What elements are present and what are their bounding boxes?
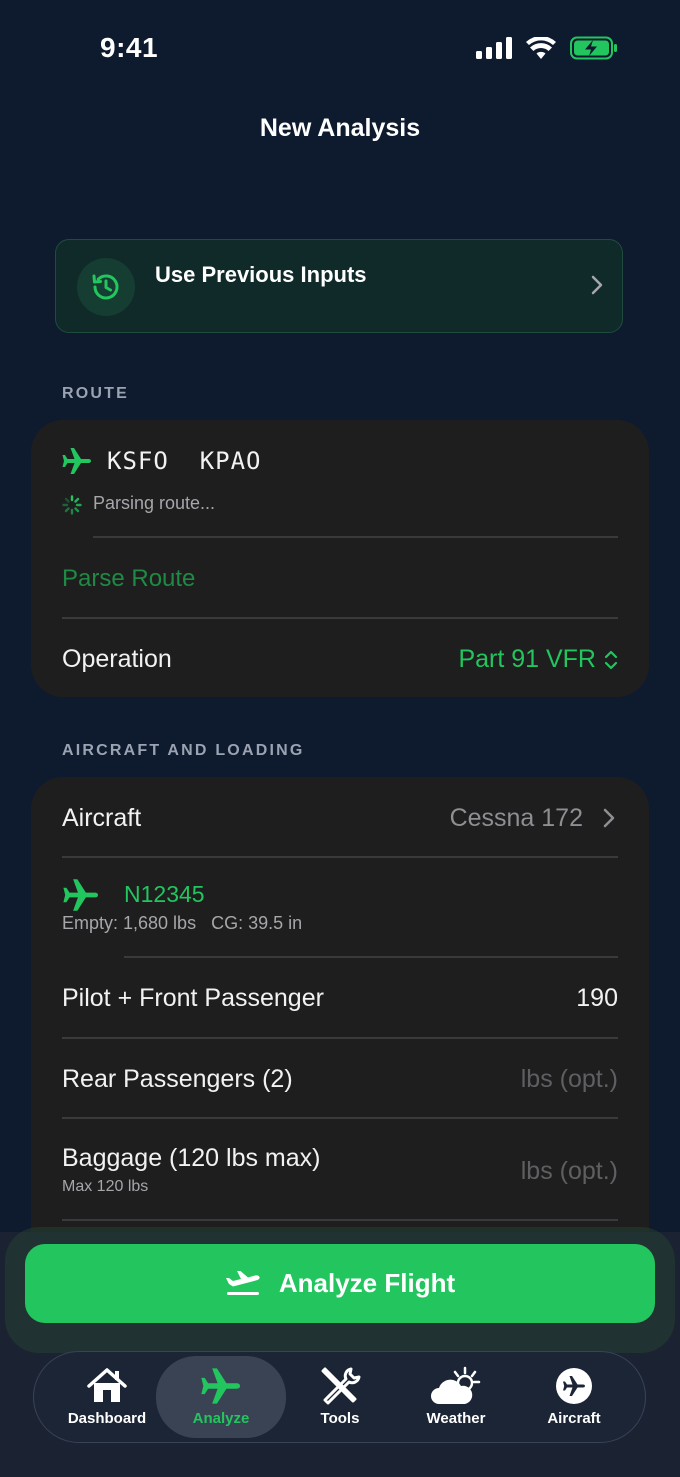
status-time: 9:41	[100, 32, 159, 63]
chevron-right-icon	[603, 808, 615, 828]
tab-label: Tools	[320, 1410, 360, 1427]
tab-tools[interactable]: Tools	[275, 1352, 405, 1442]
tab-label: Dashboard	[67, 1410, 147, 1427]
operation-picker[interactable]: Part 91 VFR	[458, 645, 618, 674]
aircraft-card: Aircraft Cessna 172 N12345 Empty: 1,680 …	[31, 777, 649, 1297]
aircraft-label: Aircraft	[62, 804, 142, 832]
airplane-icon	[62, 448, 91, 474]
route-section-label: ROUTE	[62, 385, 129, 402]
pilot-label: Pilot + Front Passenger	[62, 984, 324, 1012]
chevron-right-icon	[591, 275, 603, 295]
use-previous-inputs-button[interactable]: Use Previous Inputs	[55, 239, 623, 333]
status-icons	[476, 36, 618, 60]
airplane-icon	[201, 1368, 240, 1404]
route-input[interactable]: KSFO KPAO	[107, 447, 262, 475]
loading-spinner-icon	[62, 495, 82, 515]
parsing-status: Parsing route...	[93, 493, 216, 513]
cloud-sun-icon	[431, 1366, 481, 1404]
baggage-input[interactable]: lbs (opt.)	[521, 1157, 618, 1186]
tools-icon	[321, 1367, 361, 1405]
tab-dashboard[interactable]: Dashboard	[42, 1352, 172, 1442]
tab-analyze[interactable]: Analyze	[156, 1356, 286, 1438]
tail-details: Empty: 1,680 lbs CG: 39.5 in	[62, 913, 303, 933]
airplane-departure-icon	[225, 1270, 260, 1295]
baggage-sublabel: Max 120 lbs	[62, 1178, 149, 1195]
divider	[62, 1037, 618, 1039]
tab-weather[interactable]: Weather	[391, 1352, 521, 1442]
divider	[62, 1117, 618, 1119]
page-title: New Analysis	[259, 114, 421, 142]
baggage-label: Baggage (120 lbs max)	[62, 1144, 321, 1172]
parse-route-button[interactable]: Parse Route	[62, 565, 195, 593]
analyze-flight-label: Analyze Flight	[278, 1268, 456, 1298]
house-icon	[87, 1368, 127, 1402]
analyze-flight-button[interactable]: Analyze Flight	[25, 1244, 655, 1323]
airplane-circle-icon	[556, 1368, 592, 1404]
divider	[93, 536, 618, 538]
divider	[62, 617, 618, 619]
wifi-icon	[526, 37, 556, 59]
aircraft-value: Cessna 172	[449, 804, 583, 832]
chevron-up-down-icon	[604, 650, 618, 669]
tab-label: Analyze	[192, 1410, 250, 1427]
route-card: KSFO KPAO Parsing route... Parse Route O…	[31, 420, 649, 697]
tail-number: N12345	[124, 881, 205, 907]
aircraft-section-label: AIRCRAFT AND LOADING	[62, 742, 305, 759]
rear-passengers-input[interactable]: lbs (opt.)	[521, 1065, 618, 1094]
airplane-icon	[63, 879, 98, 911]
divider	[62, 1219, 618, 1221]
divider	[62, 856, 618, 858]
cellular-signal-icon	[476, 37, 512, 59]
rear-passengers-label: Rear Passengers (2)	[62, 1065, 293, 1093]
use-previous-inputs-label: Use Previous Inputs	[155, 262, 367, 287]
tab-aircraft[interactable]: Aircraft	[509, 1352, 639, 1442]
operation-value: Part 91 VFR	[458, 645, 596, 673]
aircraft-row[interactable]: Aircraft Cessna 172	[31, 777, 649, 857]
history-icon-badge	[77, 258, 135, 316]
battery-charging-icon	[570, 36, 617, 60]
history-icon	[92, 274, 119, 300]
tab-label: Aircraft	[547, 1410, 601, 1427]
tab-bar: Dashboard Analyze Tools Weather Aircraft	[33, 1351, 646, 1443]
pilot-weight-input[interactable]: 190	[576, 984, 618, 1013]
divider	[124, 956, 618, 958]
tab-label: Weather	[426, 1410, 486, 1427]
operation-label: Operation	[62, 645, 172, 673]
